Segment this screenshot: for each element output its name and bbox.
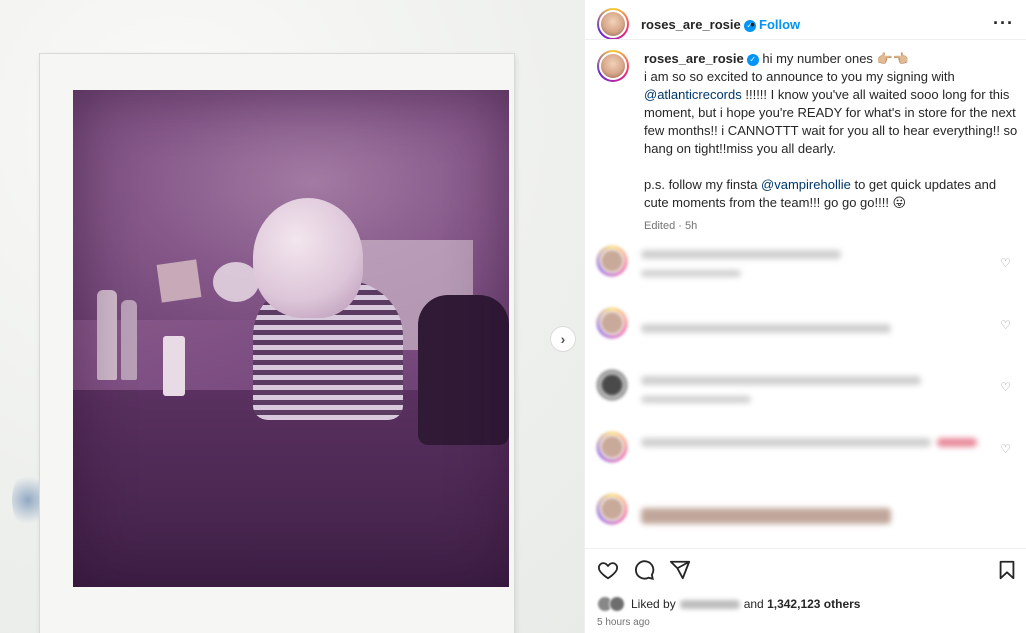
list-item[interactable]: ♡: [597, 302, 1017, 364]
bookmark-icon[interactable]: [996, 559, 1018, 585]
avatar[interactable]: [597, 494, 627, 524]
follow-button[interactable]: Follow: [759, 17, 800, 32]
post-media[interactable]: ›: [0, 0, 584, 633]
heart-icon[interactable]: ♡: [1000, 442, 1011, 456]
verified-badge-icon: ✓: [746, 53, 759, 66]
post-photo: [73, 90, 509, 587]
post-actions: [585, 548, 1026, 592]
caption-text: roses_are_rosie ✓ hi my number ones 👉🏼👈🏼 …: [644, 51, 1018, 210]
post-caption: roses_are_rosie ✓ hi my number ones 👉🏼👈🏼 …: [597, 50, 1017, 232]
avatar[interactable]: [597, 308, 627, 338]
header-username[interactable]: roses_are_rosie ✓: [641, 17, 756, 32]
comments-list: ♡ ♡ ♡ ♡: [597, 240, 1017, 550]
heart-icon[interactable]: ♡: [1000, 318, 1011, 332]
polaroid-frame: [40, 54, 514, 633]
comment-icon[interactable]: [633, 559, 655, 585]
post-side-panel: roses_are_rosie ✓ • Follow ··· roses_are_…: [584, 0, 1026, 633]
chevron-right-icon: ›: [560, 331, 566, 347]
divider: [585, 39, 1026, 40]
caption-avatar[interactable]: [597, 50, 629, 82]
mention-link[interactable]: @atlanticrecords: [644, 87, 742, 102]
separator-dot: •: [750, 16, 755, 32]
send-icon[interactable]: [669, 559, 691, 585]
more-horizontal-icon[interactable]: ···: [993, 13, 1014, 34]
list-item[interactable]: ♡: [597, 426, 1017, 488]
heart-icon[interactable]: ♡: [1000, 380, 1011, 394]
mention-link[interactable]: @vampirehollie: [761, 177, 851, 192]
blurred-username: [679, 599, 740, 609]
list-item[interactable]: [597, 488, 1017, 550]
heart-icon[interactable]: ♡: [1000, 256, 1011, 270]
edited-timestamp: Edited · 5h: [644, 220, 698, 232]
list-item[interactable]: ♡: [597, 240, 1017, 302]
liker-avatars: [597, 596, 627, 612]
list-item[interactable]: ♡: [597, 364, 1017, 426]
avatar[interactable]: [597, 370, 627, 400]
avatar[interactable]: [597, 432, 627, 462]
next-media-button[interactable]: ›: [550, 326, 576, 352]
avatar[interactable]: [597, 8, 629, 40]
post-header: roses_are_rosie ✓ • Follow ···: [585, 8, 1026, 40]
avatar[interactable]: [597, 246, 627, 276]
heart-icon[interactable]: [597, 559, 619, 585]
likes-count[interactable]: 1,342,123 others: [767, 597, 860, 611]
likes-summary[interactable]: Liked by and 1,342,123 others: [597, 596, 860, 612]
caption-username[interactable]: roses_are_rosie ✓: [644, 51, 759, 66]
post-timestamp: 5 hours ago: [597, 617, 650, 628]
